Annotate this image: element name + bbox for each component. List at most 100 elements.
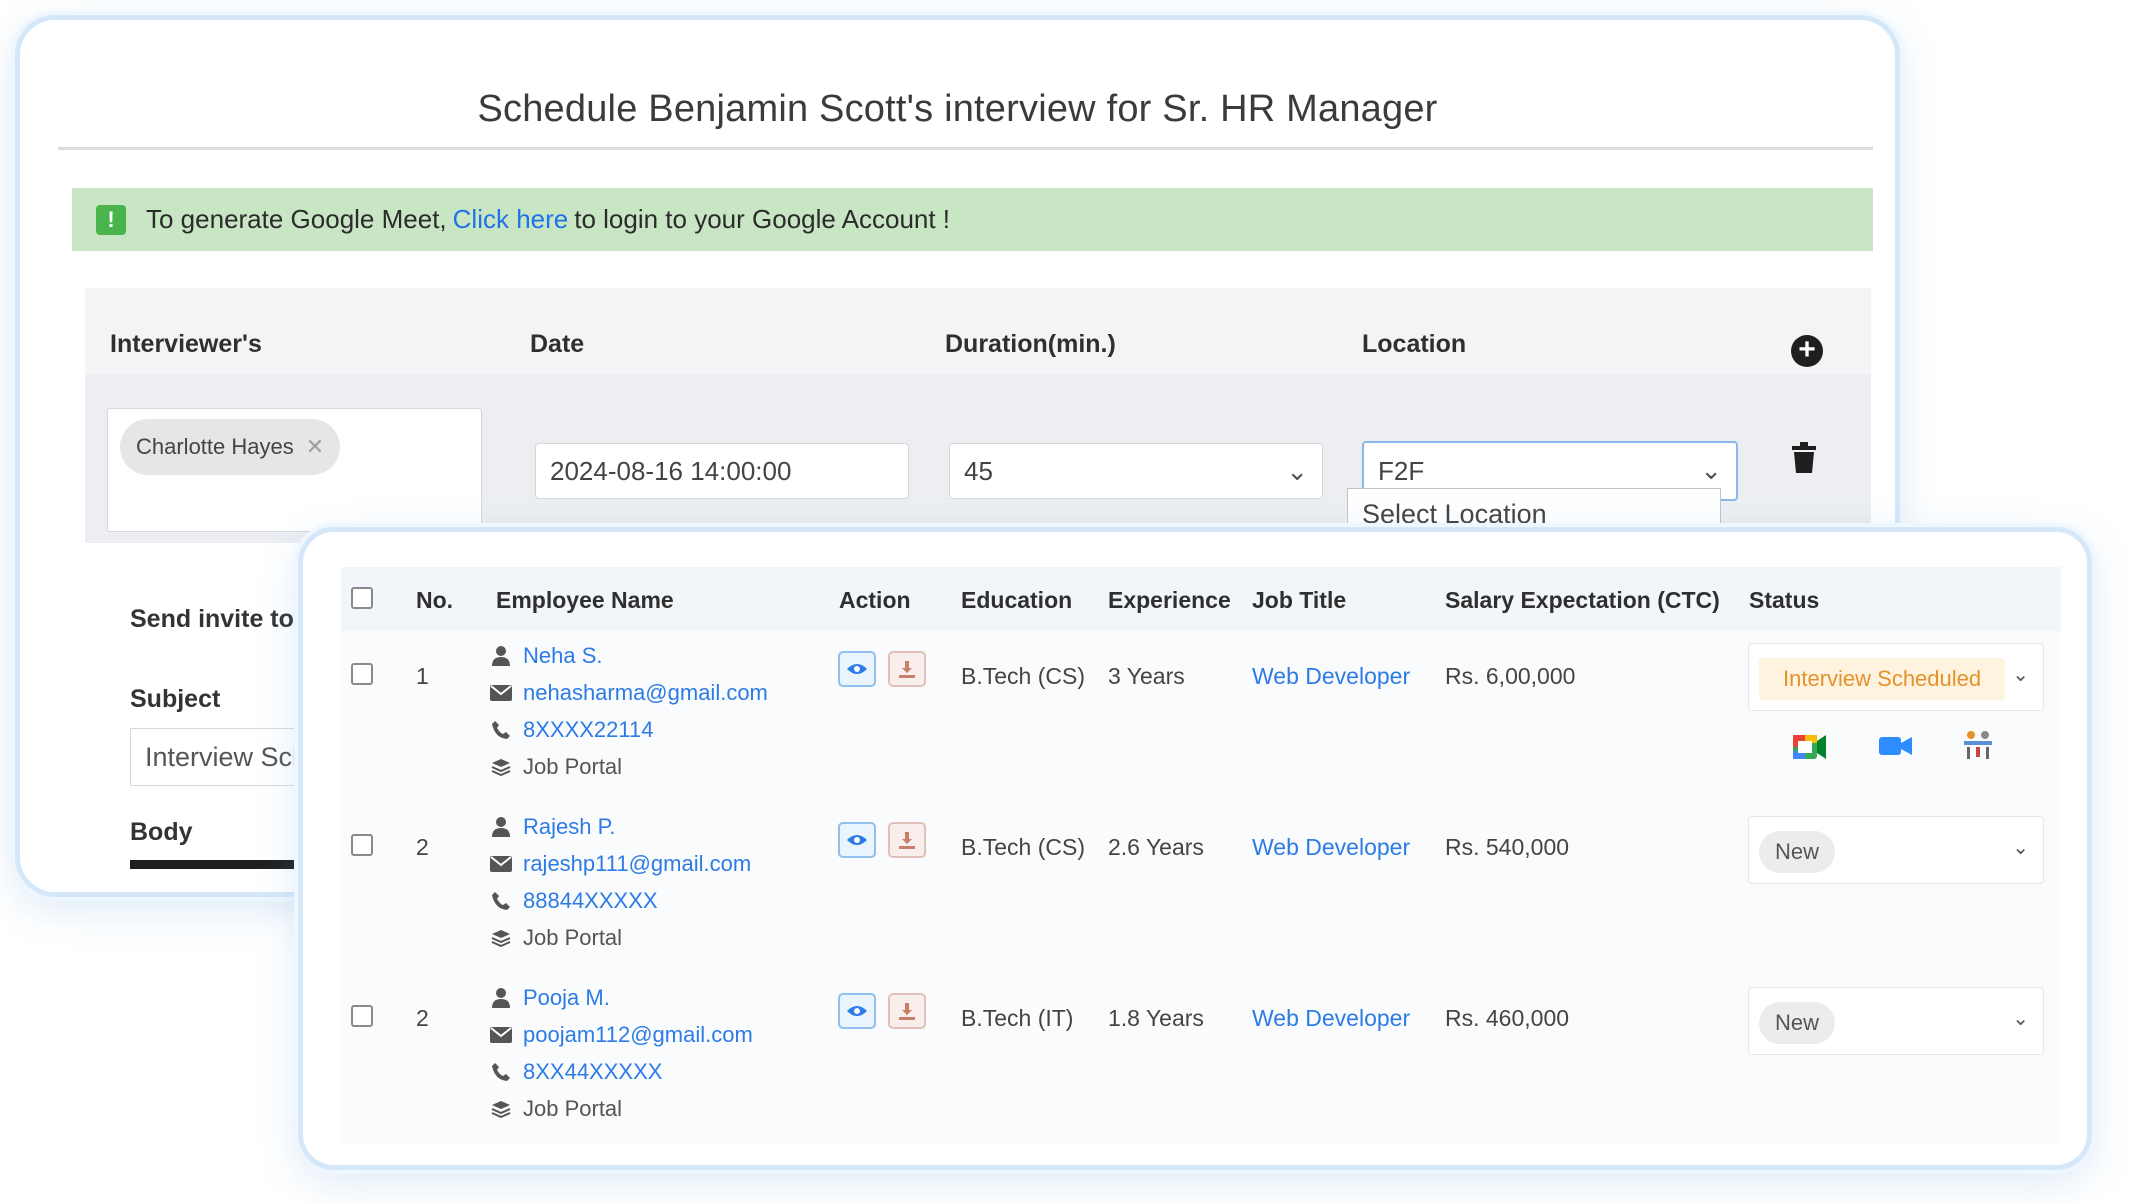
title-divider [58, 147, 1873, 150]
google-meet-icon[interactable] [1793, 731, 1827, 761]
row-checkbox[interactable] [351, 834, 373, 856]
download-button[interactable] [888, 651, 926, 687]
interviewer-select[interactable]: Charlotte Hayes ✕ [107, 408, 482, 532]
table-row: 2 Pooja M. poojam112@gmail.com 8XX44XXXX… [341, 973, 2061, 1144]
location-header: Location [1362, 330, 1467, 358]
download-icon [899, 832, 915, 849]
candidate-source-line: Job Portal [489, 1096, 622, 1122]
candidate-source: Job Portal [523, 1096, 623, 1121]
col-status: Status [1749, 587, 1820, 613]
chevron-down-icon: ⌄ [2012, 1008, 2029, 1030]
status-select[interactable]: Interview Scheduled ⌄ [1748, 643, 2044, 711]
candidate-name-link[interactable]: Pooja M. [523, 985, 610, 1011]
candidate-email-line: rajeshp111@gmail.com [489, 851, 751, 877]
download-icon [899, 661, 915, 678]
row-number: 2 [416, 1005, 429, 1031]
download-icon [899, 1003, 915, 1020]
candidate-email-link[interactable]: rajeshp111@gmail.com [523, 851, 751, 877]
table-row: 1 Neha S. nehasharma@gmail.com 8XXXX2211… [341, 631, 2061, 803]
plus-circle-icon[interactable]: + [1791, 335, 1823, 367]
candidate-source: Job Portal [523, 925, 623, 950]
job-title-link[interactable]: Web Developer [1252, 1005, 1410, 1032]
view-button[interactable] [838, 822, 876, 858]
zoom-video-icon[interactable] [1879, 735, 1913, 757]
candidate-phone-line: 88844XXXXX [489, 888, 658, 914]
col-job-title: Job Title [1252, 587, 1347, 613]
trash-icon[interactable] [1790, 442, 1818, 474]
row-checkbox[interactable] [351, 1005, 373, 1027]
status-select[interactable]: New ⌄ [1748, 987, 2044, 1055]
education: B.Tech (CS) [961, 834, 1085, 860]
salary: Rs. 6,00,000 [1445, 663, 1576, 689]
select-all-checkbox[interactable] [351, 587, 373, 609]
layers-icon [489, 929, 513, 947]
status-badge: Interview Scheduled [1759, 658, 2006, 700]
candidate-phone-line: 8XXXX22114 [489, 717, 653, 743]
phone-icon [489, 891, 513, 911]
candidate-source: Job Portal [523, 754, 623, 779]
salary: Rs. 540,000 [1445, 834, 1570, 860]
eye-icon [847, 835, 867, 845]
eye-icon [847, 1006, 867, 1016]
chevron-down-icon: ⌄ [1700, 455, 1722, 485]
candidate-email-line: poojam112@gmail.com [489, 1022, 753, 1048]
subject-label: Subject [130, 685, 221, 713]
education: B.Tech (CS) [961, 663, 1085, 689]
layers-icon [489, 1100, 513, 1118]
candidate-source-line: Job Portal [489, 754, 622, 780]
duration-select[interactable]: 45 ⌄ [949, 443, 1323, 499]
download-button[interactable] [888, 993, 926, 1029]
google-meet-alert: ! To generate Google Meet, Click here to… [72, 188, 1873, 251]
row-checkbox[interactable] [351, 663, 373, 685]
candidate-name-link[interactable]: Neha S. [523, 643, 603, 669]
col-no: No. [416, 587, 454, 613]
layers-icon [489, 758, 513, 776]
table-row: 2 Rajesh P. rajeshp111@gmail.com 88844XX… [341, 802, 2061, 974]
interviewer-chip-label: Charlotte Hayes [136, 434, 294, 459]
col-experience: Experience [1108, 587, 1231, 613]
user-icon [489, 645, 513, 667]
location-value: F2F [1378, 455, 1425, 486]
candidate-phone-link[interactable]: 8XXXX22114 [523, 717, 653, 743]
col-employee-name: Employee Name [496, 587, 674, 613]
download-button[interactable] [888, 822, 926, 858]
in-person-meeting-icon[interactable] [1961, 729, 1995, 761]
candidate-phone-link[interactable]: 8XX44XXXXX [523, 1059, 662, 1085]
status-select[interactable]: New ⌄ [1748, 816, 2044, 884]
eye-icon [847, 664, 867, 674]
job-title-link[interactable]: Web Developer [1252, 663, 1410, 690]
subject-value: Interview Sche [145, 741, 323, 772]
status-badge: New [1759, 1002, 1836, 1044]
candidate-phone-link[interactable]: 88844XXXXX [523, 888, 658, 914]
date-header: Date [530, 330, 585, 358]
interviewer-chip: Charlotte Hayes ✕ [120, 419, 341, 475]
status-badge: New [1759, 831, 1836, 873]
job-title-link[interactable]: Web Developer [1252, 834, 1410, 861]
candidates-table-panel: No. Employee Name Action Education Exper… [298, 527, 2092, 1170]
candidate-name-link[interactable]: Rajesh P. [523, 814, 616, 840]
duration-header: Duration(min.) [945, 330, 1116, 358]
candidate-email-link[interactable]: poojam112@gmail.com [523, 1022, 753, 1048]
experience: 1.8 Years [1108, 1005, 1204, 1031]
close-icon[interactable]: ✕ [306, 434, 324, 460]
view-button[interactable] [838, 651, 876, 687]
alert-prefix: To generate Google Meet, [146, 204, 447, 234]
candidate-phone-line: 8XX44XXXXX [489, 1059, 662, 1085]
chevron-down-icon: ⌄ [2012, 837, 2029, 859]
candidate-name-line: Rajesh P. [489, 814, 616, 840]
user-icon [489, 816, 513, 838]
date-value: 2024-08-16 14:00:00 [550, 455, 792, 486]
user-icon [489, 987, 513, 1009]
col-education: Education [961, 587, 1073, 613]
chevron-down-icon: ⌄ [2012, 664, 2029, 686]
candidate-email-line: nehasharma@gmail.com [489, 680, 768, 706]
candidate-email-link[interactable]: nehasharma@gmail.com [523, 680, 768, 706]
page-title: Schedule Benjamin Scott's interview for … [477, 88, 1438, 130]
google-login-link[interactable]: Click here [453, 204, 569, 235]
view-button[interactable] [838, 993, 876, 1029]
interviewers-header: Interviewer's [110, 330, 262, 358]
education: B.Tech (IT) [961, 1005, 1074, 1031]
experience: 3 Years [1108, 663, 1185, 689]
salary: Rs. 460,000 [1445, 1005, 1570, 1031]
date-input[interactable]: 2024-08-16 14:00:00 [535, 443, 909, 499]
